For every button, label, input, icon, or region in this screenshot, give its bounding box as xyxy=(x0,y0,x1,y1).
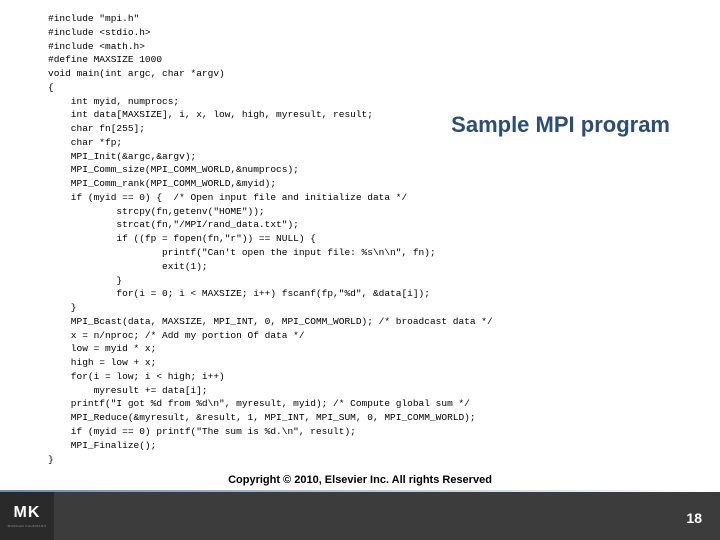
content-area: #include "mpi.h" #include <stdio.h> #inc… xyxy=(48,12,700,480)
footer: MK MORGAN KAUFMANN 18 xyxy=(0,492,720,540)
code-block: #include "mpi.h" #include <stdio.h> #inc… xyxy=(48,12,700,466)
publisher-logo: MK MORGAN KAUFMANN xyxy=(0,492,54,540)
logo-text: MK xyxy=(14,504,41,522)
logo-subtext: MORGAN KAUFMANN xyxy=(8,524,47,528)
copyright-text: Copyright © 2010, Elsevier Inc. All righ… xyxy=(228,474,492,486)
slide-title: Sample MPI program xyxy=(451,112,670,138)
copyright-bar: Copyright © 2010, Elsevier Inc. All righ… xyxy=(0,468,720,492)
page-number: 18 xyxy=(686,510,702,526)
slide-container: #include "mpi.h" #include <stdio.h> #inc… xyxy=(0,0,720,540)
